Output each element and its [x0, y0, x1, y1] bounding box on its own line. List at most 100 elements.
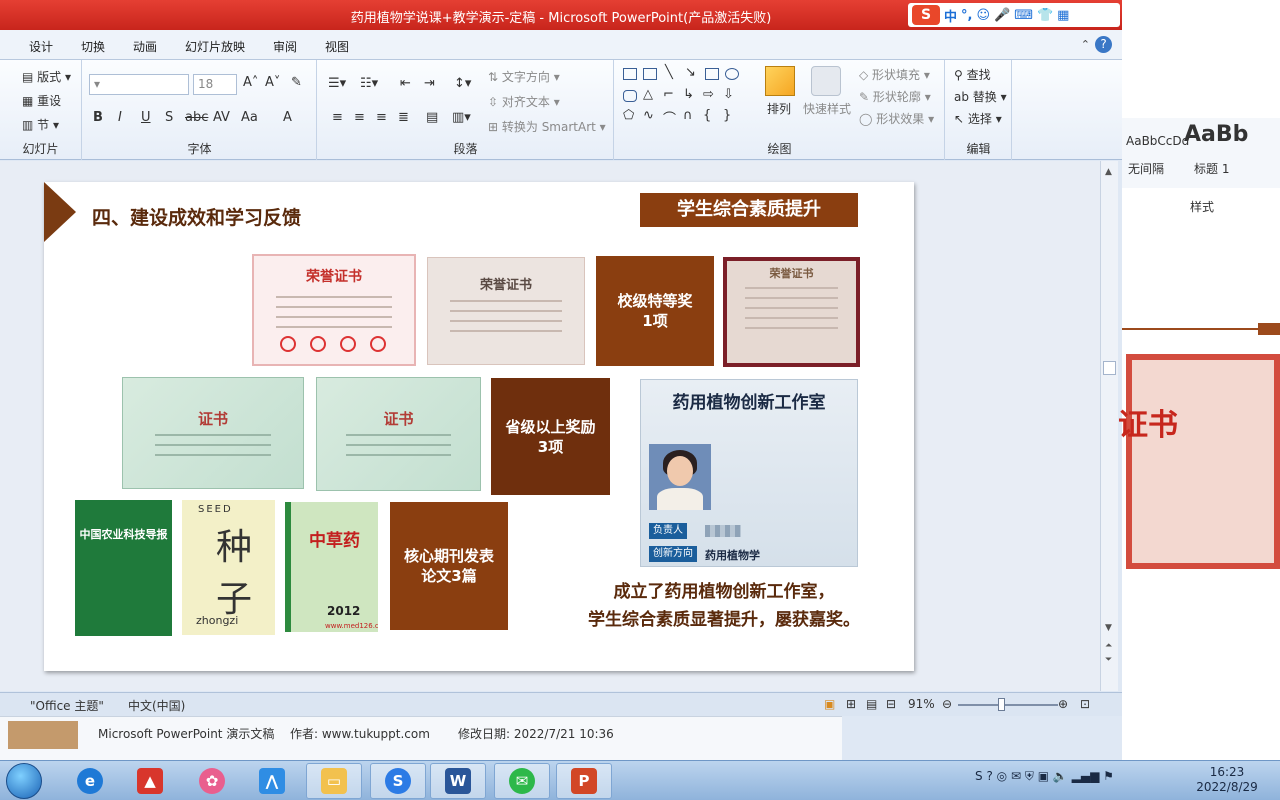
label-provincial-award[interactable]: 省级以上奖励 3项 — [491, 378, 610, 495]
ime-skin-icon[interactable]: 👕 — [1037, 8, 1053, 23]
taskbar-feishu[interactable]: ⋀ — [244, 763, 300, 799]
style-heading1-preview[interactable]: AaBb — [1184, 122, 1248, 147]
green-certificate-photo-2[interactable]: 证书 — [316, 377, 481, 491]
tray-flag-icon[interactable]: ⚑ — [1103, 769, 1114, 783]
change-case-button[interactable]: Aa — [241, 110, 258, 125]
justify-icon[interactable]: ≣ — [398, 110, 409, 125]
vertical-scrollbar[interactable]: ▲ ▼ ⏶ ⏷ — [1100, 161, 1118, 691]
studio-photo[interactable]: 药用植物创新工作室 负责人 创新方向 药用植物学 — [640, 379, 858, 567]
file-thumbnail[interactable] — [8, 721, 78, 749]
pentagon-shape-icon[interactable]: ⬠ — [623, 108, 634, 123]
distribute-icon[interactable]: ▤ — [426, 110, 438, 125]
tray-help-icon[interactable]: ? — [986, 769, 992, 783]
strikethrough-button[interactable]: abc — [185, 110, 208, 125]
font-name-combo[interactable]: ▾ — [89, 74, 189, 95]
tab-slideshow[interactable]: 幻灯片放映 — [185, 38, 245, 55]
elbow-arrow-icon[interactable]: ↳ — [683, 87, 694, 102]
arrange-button[interactable]: 排列 — [767, 100, 791, 117]
tray-app-icon[interactable]: ▣ — [1038, 769, 1049, 783]
rounded-rect-shape-icon[interactable] — [623, 90, 637, 102]
scroll-down-icon[interactable]: ▼ — [1105, 623, 1112, 633]
tab-design[interactable]: 设计 — [29, 38, 53, 55]
label-school-award[interactable]: 校级特等奖 1项 — [596, 256, 714, 366]
arrange-icon[interactable] — [765, 66, 795, 96]
vertical-textbox-shape-icon[interactable] — [643, 68, 657, 80]
minimize-ribbon-icon[interactable]: ⌃ — [1081, 38, 1090, 51]
line-spacing-icon[interactable]: ↕▾ — [454, 76, 471, 91]
columns-icon[interactable]: ▥▾ — [452, 110, 471, 125]
triangle-shape-icon[interactable]: △ — [643, 87, 653, 102]
grow-font-icon[interactable]: A˄ — [243, 75, 258, 90]
taskbar-app[interactable]: ✿ — [184, 763, 240, 799]
ime-toolbox-icon[interactable]: ▦ — [1057, 8, 1069, 23]
tab-animations[interactable]: 动画 — [133, 38, 157, 55]
tab-transitions[interactable]: 切换 — [81, 38, 105, 55]
taskbar-pdf[interactable]: ▲ — [122, 763, 178, 799]
ime-emoji-icon[interactable]: ☺ — [976, 8, 990, 23]
taskbar-word[interactable]: W — [430, 763, 486, 799]
shape-outline-button[interactable]: ✎ 形状轮廓 ▾ — [859, 88, 931, 105]
italic-button[interactable]: I — [118, 110, 122, 125]
shadow-button[interactable]: S — [165, 110, 173, 125]
numbering-icon[interactable]: ☷▾ — [360, 76, 378, 91]
tray-signal-icon[interactable]: ▂▄▆ — [1072, 769, 1100, 783]
shrink-font-icon[interactable]: A˅ — [265, 75, 280, 90]
arc-shape-icon[interactable]: ⌒ — [663, 108, 676, 127]
bullets-icon[interactable]: ☰▾ — [328, 76, 346, 91]
ime-toolbar[interactable]: S 中 °, ☺ 🎤 ⌨ 👕 ▦ — [908, 3, 1120, 27]
normal-view-icon[interactable]: ▣ — [824, 697, 835, 711]
tab-review[interactable]: 审阅 — [273, 38, 297, 55]
freeform-shape-icon[interactable]: ∿ — [643, 108, 654, 123]
taskbar-wechat[interactable]: ✉ — [494, 763, 550, 799]
quick-styles-icon[interactable] — [811, 66, 841, 96]
rectangle-shape-icon[interactable] — [705, 68, 719, 80]
zoom-in-icon[interactable]: ⊕ — [1058, 697, 1068, 711]
journal-cover-1[interactable]: 中国农业科技导报 — [75, 500, 172, 636]
sogou-icon[interactable]: S — [912, 5, 940, 25]
taskbar-ie[interactable]: e — [62, 763, 118, 799]
ime-chinese-mode[interactable]: 中 — [944, 6, 957, 25]
ime-voice-icon[interactable]: 🎤 — [994, 8, 1010, 23]
shape-effects-button[interactable]: ◯ 形状效果 ▾ — [859, 110, 934, 127]
bold-button[interactable]: B — [93, 110, 103, 125]
scrollbar-thumb[interactable] — [1103, 361, 1116, 375]
increase-indent-icon[interactable]: ⇥ — [424, 76, 435, 91]
tray-network-icon[interactable]: ◎ — [997, 769, 1007, 783]
zoom-out-icon[interactable]: ⊖ — [942, 697, 952, 711]
zoom-level[interactable]: 91% — [908, 697, 935, 711]
next-slide-icon[interactable]: ⏷ — [1105, 655, 1112, 665]
reading-view-icon[interactable]: ▤ — [866, 697, 877, 711]
help-icon[interactable]: ? — [1095, 36, 1112, 53]
slide-canvas[interactable]: 四、建设成效和学习反馈 学生综合素质提升 荣誉证书 荣誉证书 校级特等奖 1项 … — [44, 182, 914, 671]
label-journal-papers[interactable]: 核心期刊发表 论文3篇 — [390, 502, 508, 630]
slide-heading[interactable]: 四、建设成效和学习反馈 — [92, 203, 301, 230]
ime-punctuation[interactable]: °, — [961, 8, 972, 23]
align-left-icon[interactable]: ≡ — [332, 110, 343, 125]
slide-badge[interactable]: 学生综合素质提升 — [640, 193, 858, 227]
textbox-shape-icon[interactable] — [623, 68, 637, 80]
align-text-button[interactable]: ⇳ 对齐文本 ▾ — [488, 93, 560, 110]
convert-smartart-button[interactable]: ⊞ 转换为 SmartArt ▾ — [488, 118, 606, 135]
shape-fill-button[interactable]: ◇ 形状填充 ▾ — [859, 66, 930, 83]
zoom-slider-thumb[interactable] — [998, 698, 1005, 711]
scroll-up-icon[interactable]: ▲ — [1105, 167, 1112, 177]
ime-keyboard-icon[interactable]: ⌨ — [1014, 8, 1033, 23]
quick-styles-button[interactable]: 快速样式 — [803, 100, 851, 117]
journal-cover-2[interactable]: SEED 种子 zhongzi — [182, 500, 275, 635]
tab-view[interactable]: 视图 — [325, 38, 349, 55]
right-arrow-shape-icon[interactable]: ⇨ — [703, 87, 714, 102]
tray-wechat-icon[interactable]: ✉ — [1011, 769, 1021, 783]
underline-button[interactable]: U — [141, 110, 151, 125]
char-spacing-button[interactable]: AV — [213, 110, 230, 125]
tray-sogou-icon[interactable]: S — [975, 769, 983, 783]
line-shape-icon[interactable]: ╲ — [665, 65, 673, 80]
language-status[interactable]: 中文(中国) — [128, 697, 185, 714]
slideshow-view-icon[interactable]: ⊟ — [886, 697, 896, 711]
certificate-photo-2[interactable]: 荣誉证书 — [427, 257, 585, 365]
text-direction-button[interactable]: ⇅ 文字方向 ▾ — [488, 68, 560, 85]
tray-volume-icon[interactable]: 🔈 — [1053, 769, 1068, 783]
journal-cover-3[interactable]: 中草药 2012 www.med126.com — [285, 502, 378, 632]
taskbar-sogou[interactable]: S — [370, 763, 426, 799]
align-center-icon[interactable]: ≡ — [354, 110, 365, 125]
slide-sorter-icon[interactable]: ⊞ — [846, 697, 856, 711]
